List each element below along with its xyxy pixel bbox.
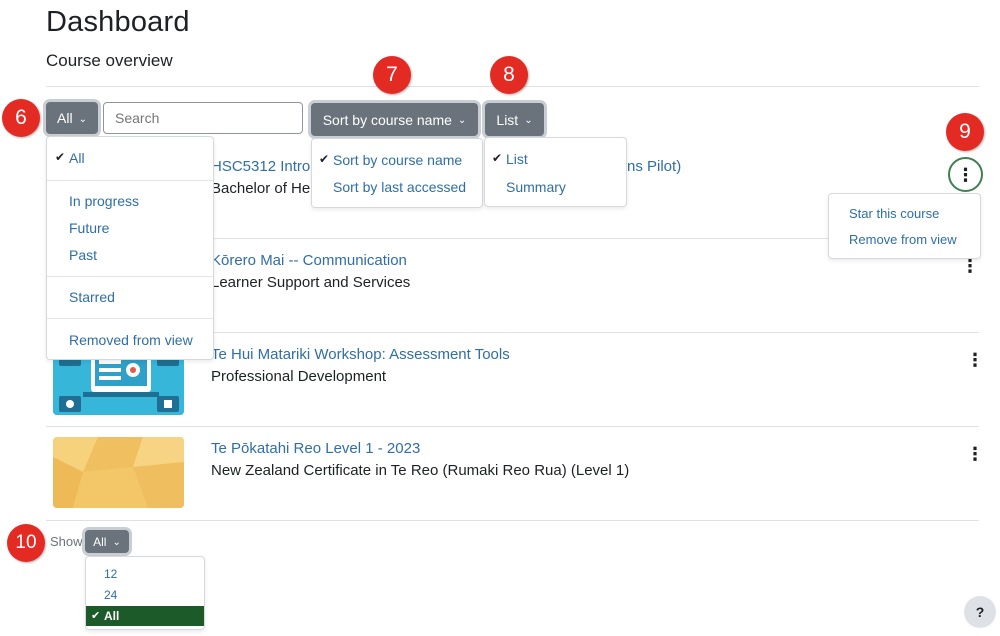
course-name-link[interactable]: Te Pōkatahi Reo Level 1 - 2023 <box>211 440 420 457</box>
view-button-label: List <box>496 111 519 128</box>
row-divider <box>46 426 979 427</box>
paging-option-24[interactable]: 24 <box>104 588 117 602</box>
kebab-menu-icon[interactable]: ⋮ <box>966 445 984 463</box>
course-actions-button[interactable]: ⋮ <box>948 157 983 192</box>
course-thumbnail[interactable] <box>53 437 184 508</box>
help-button[interactable]: ? <box>964 596 996 628</box>
view-option-summary[interactable]: Summary <box>506 179 566 195</box>
chevron-down-icon: ⌄ <box>78 113 87 125</box>
filter-option-removed[interactable]: Removed from view <box>69 332 193 348</box>
search-input[interactable] <box>103 102 303 134</box>
show-label: Show <box>50 534 83 549</box>
filter-option-future[interactable]: Future <box>69 220 109 236</box>
check-icon: ✔ <box>55 150 66 164</box>
page-title: Dashboard <box>46 6 190 38</box>
view-dropdown-button[interactable]: List ⌄ <box>485 103 544 136</box>
row-divider <box>46 520 979 521</box>
annotation-badge-9: 9 <box>946 113 984 151</box>
chevron-down-icon: ⌄ <box>524 115 533 126</box>
filter-dropdown-button[interactable]: All ⌄ <box>46 102 98 134</box>
sort-option-last-accessed[interactable]: Sort by last accessed <box>333 179 466 195</box>
annotation-badge-8: 8 <box>490 56 528 94</box>
sort-option-label: Sort by course name <box>333 152 463 168</box>
paging-option-all-label: All <box>104 609 120 623</box>
filter-option-starred[interactable]: Starred <box>69 289 115 305</box>
menu-divider <box>47 318 213 319</box>
course-name-link-end[interactable]: ns Pilot) <box>627 158 681 175</box>
page: Dashboard Course overview All ⌄ Sort by … <box>0 0 1000 636</box>
menu-divider <box>47 276 213 277</box>
section-title: Course overview <box>46 51 173 70</box>
course-category: New Zealand Certificate in Te Reo (Rumak… <box>211 462 630 479</box>
view-option-list[interactable]: ✔ List <box>492 151 528 167</box>
course-category: Bachelor of He <box>211 180 311 197</box>
check-icon: ✔ <box>492 151 503 165</box>
sort-option-course-name[interactable]: ✔ Sort by course name <box>319 152 463 168</box>
menu-divider <box>47 180 213 181</box>
help-icon: ? <box>975 604 985 620</box>
course-name-link[interactable]: Te Hui Matariki Workshop: Assessment Too… <box>211 346 510 363</box>
kebab-menu-icon[interactable]: ⋮ <box>966 351 984 369</box>
filter-dropdown-menu: ✔ All In progress Future Past Starred Re… <box>46 136 214 360</box>
kebab-menu-icon: ⋮ <box>956 164 975 185</box>
annotation-badge-6: 6 <box>2 99 40 137</box>
view-dropdown-menu: ✔ List Summary <box>484 137 627 207</box>
course-name-link[interactable]: Kōrero Mai -- Communication <box>211 252 407 269</box>
filter-button-label: All <box>57 110 73 126</box>
paging-option-all[interactable]: ✔ All <box>86 606 204 626</box>
view-option-label: List <box>506 151 528 167</box>
course-image <box>53 437 184 508</box>
sort-button-label: Sort by course name <box>322 111 452 128</box>
course-actions-menu: Star this course Remove from view <box>828 193 981 259</box>
paging-dropdown-button[interactable]: All ⌄ <box>85 530 129 553</box>
paging-dropdown-menu: 12 24 ✔ All <box>85 556 205 630</box>
annotation-badge-7: 7 <box>373 56 411 94</box>
star-course-option[interactable]: Star this course <box>849 206 939 221</box>
annotation-badge-10: 10 <box>7 524 45 562</box>
filter-option-past[interactable]: Past <box>69 247 97 263</box>
check-icon: ✔ <box>319 152 330 166</box>
remove-from-view-option[interactable]: Remove from view <box>849 232 957 247</box>
filter-option-label: All <box>69 150 85 166</box>
filter-option-in-progress[interactable]: In progress <box>69 193 139 209</box>
check-icon: ✔ <box>91 610 101 622</box>
chevron-down-icon: ⌄ <box>112 537 121 548</box>
chevron-down-icon: ⌄ <box>457 115 467 126</box>
course-category: Professional Development <box>211 368 387 385</box>
sort-dropdown-button[interactable]: Sort by course name ⌄ <box>311 103 478 136</box>
paging-button-label: All <box>93 534 107 549</box>
filter-option-all[interactable]: ✔ All <box>55 150 85 166</box>
course-category: Learner Support and Services <box>211 274 411 291</box>
sort-dropdown-menu: ✔ Sort by course name Sort by last acces… <box>311 138 483 208</box>
paging-option-12[interactable]: 12 <box>104 567 117 581</box>
kebab-menu-icon[interactable]: ⋮ <box>961 257 979 275</box>
course-name-link[interactable]: HSC5312 Intro <box>211 158 310 175</box>
